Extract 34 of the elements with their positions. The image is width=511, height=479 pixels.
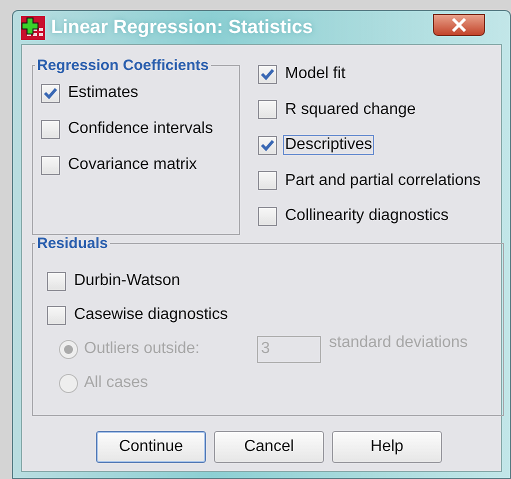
checkbox[interactable]: [258, 64, 277, 84]
window-title: Linear Regression: Statistics: [51, 16, 313, 38]
checkbox[interactable]: [47, 272, 66, 290]
close-icon: [451, 18, 467, 32]
checkbox-label: Durbin-Watson: [73, 271, 182, 291]
checkbox-label: Casewise diagnostics: [73, 305, 229, 325]
checkbox[interactable]: [41, 84, 60, 102]
checkbox[interactable]: [41, 120, 60, 138]
checkbox[interactable]: [41, 156, 60, 174]
close-button[interactable]: [433, 14, 485, 36]
checkbox-label: Estimates: [67, 83, 140, 103]
dialog-button[interactable]: Cancel: [214, 431, 324, 463]
checkbox-label: Descriptives: [283, 135, 374, 155]
dialog-button[interactable]: Help: [332, 431, 442, 463]
checkbox-label: Part and partial correlations: [284, 170, 482, 190]
checkbox[interactable]: [258, 171, 277, 190]
unit-label: standard deviations: [328, 333, 469, 353]
checkbox-label: Model fit: [284, 64, 346, 84]
checkbox[interactable]: [258, 100, 277, 119]
checkbox-label: R squared change: [284, 100, 417, 120]
checkbox[interactable]: [258, 136, 277, 154]
group-title: Regression Coefficients: [35, 57, 211, 74]
checkmark-icon: [43, 86, 58, 100]
dialog-button[interactable]: Continue: [96, 431, 206, 463]
radio-label: All cases: [83, 373, 150, 393]
checkbox[interactable]: [47, 306, 66, 324]
radio-label: Outliers outside:: [83, 339, 201, 359]
checkmark-icon: [260, 138, 275, 152]
checkbox-label: Covariance matrix: [67, 155, 198, 175]
checkbox-label: Confidence intervals: [67, 119, 214, 139]
app-icon: [21, 16, 45, 40]
checkmark-icon: [260, 68, 275, 80]
checkbox[interactable]: [258, 206, 277, 226]
checkbox-label: Collinearity diagnostics: [284, 206, 450, 226]
